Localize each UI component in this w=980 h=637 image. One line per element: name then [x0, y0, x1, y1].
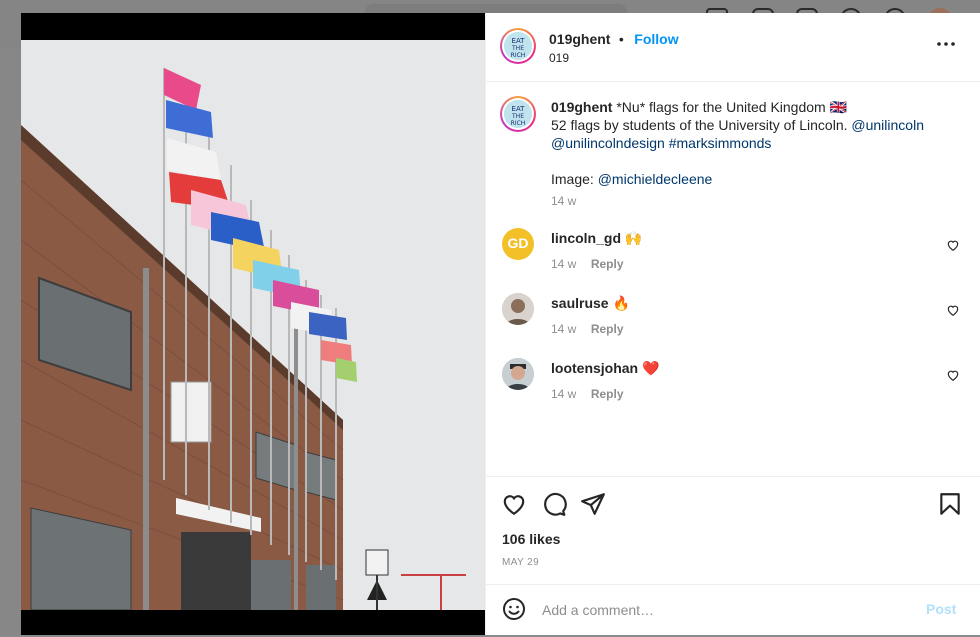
mention-michieldecleene[interactable]: @michieldecleene — [598, 171, 713, 187]
image-credit-label: Image: — [551, 171, 594, 187]
commenter-username[interactable]: lootensjohan — [551, 360, 638, 376]
post-date[interactable]: MAY 29 — [502, 557, 539, 568]
svg-text:EAT: EAT — [512, 37, 526, 45]
comment-text: 🔥 — [612, 295, 630, 311]
likes-count[interactable]: 106 likes — [502, 531, 560, 547]
svg-text:THE: THE — [511, 113, 524, 120]
author-username[interactable]: 019ghent — [549, 31, 610, 47]
comment-time[interactable]: 14 w — [551, 322, 576, 336]
like-comment-heart-icon[interactable] — [946, 368, 960, 382]
svg-text:THE: THE — [511, 45, 524, 52]
caption-author-avatar[interactable]: EAT THE RICH — [500, 96, 536, 132]
reply-button[interactable]: Reply — [591, 322, 624, 336]
follow-button[interactable]: Follow — [634, 31, 678, 47]
svg-text:RICH: RICH — [511, 120, 526, 127]
background-feed — [0, 48, 22, 635]
comment-item: lootensjohan ❤️ 14 w Reply — [486, 358, 980, 414]
caption-time[interactable]: 14 w — [551, 192, 951, 210]
add-comment-bar: Post — [486, 584, 980, 637]
post-caption: 019ghent *Nu* flags for the United Kingd… — [551, 98, 951, 210]
caption-line-2: 52 flags by students of the University o… — [551, 117, 848, 133]
avatar-logo-icon: EAT THE RICH — [504, 32, 532, 60]
comment-input[interactable] — [540, 597, 914, 623]
comments-section: EAT THE RICH 019ghent *Nu* flags for the… — [486, 82, 980, 476]
bookmark-icon[interactable] — [937, 491, 963, 517]
commenter-avatar[interactable] — [502, 358, 534, 390]
avatar-logo-icon: EAT THE RICH — [504, 100, 532, 128]
comment-item: saulruse 🔥 14 w Reply — [486, 293, 980, 349]
comment-time[interactable]: 14 w — [551, 257, 576, 271]
mention-unilincolndesign[interactable]: @unilincolndesign — [551, 135, 665, 151]
post-header: EAT THE RICH 019ghent • Follow 019 — [486, 13, 980, 82]
author-subtitle: 019 — [549, 51, 570, 65]
heart-icon[interactable] — [501, 491, 527, 517]
mention-unilincoln[interactable]: @unilincoln — [851, 117, 924, 133]
post-comment-button[interactable]: Post — [926, 601, 956, 617]
commenter-username[interactable]: saulruse — [551, 295, 609, 311]
user-photo-icon — [502, 358, 534, 390]
reply-button[interactable]: Reply — [591, 257, 624, 271]
emoji-icon[interactable] — [502, 597, 526, 621]
comment-text: ❤️ — [642, 360, 660, 376]
post-actions: 106 likes MAY 29 Post — [486, 476, 980, 636]
user-photo-icon — [502, 293, 534, 325]
post-modal: EAT THE RICH 019ghent • Follow 019 EAT T… — [21, 13, 980, 635]
svg-text:EAT: EAT — [512, 105, 526, 113]
commenter-avatar-initials: GD — [507, 235, 529, 251]
share-icon[interactable] — [580, 491, 606, 517]
separator-dot: • — [618, 31, 624, 47]
more-options-icon[interactable] — [936, 40, 956, 48]
caption-line-1: *Nu* flags for the United Kingdom 🇬🇧 — [616, 99, 848, 115]
commenter-avatar[interactable] — [502, 293, 534, 325]
comment-time[interactable]: 14 w — [551, 387, 576, 401]
post-details-panel: EAT THE RICH 019ghent • Follow 019 EAT T… — [485, 13, 980, 635]
hashtag-marksimmonds[interactable]: #marksimmonds — [669, 135, 772, 151]
commenter-username[interactable]: lincoln_gd — [551, 230, 621, 246]
flags-photo — [21, 40, 485, 610]
post-image[interactable] — [21, 13, 485, 635]
like-comment-heart-icon[interactable] — [946, 303, 960, 317]
author-avatar[interactable]: EAT THE RICH — [500, 28, 536, 64]
svg-text:RICH: RICH — [511, 52, 526, 59]
like-comment-heart-icon[interactable] — [946, 238, 960, 252]
commenter-avatar[interactable]: GD — [502, 228, 534, 260]
comment-text: 🙌 — [624, 230, 643, 246]
comment-icon[interactable] — [541, 491, 567, 517]
comment-item: GD lincoln_gd 🙌 14 w Reply — [486, 228, 980, 284]
caption-username[interactable]: 019ghent — [551, 99, 612, 115]
reply-button[interactable]: Reply — [591, 387, 624, 401]
